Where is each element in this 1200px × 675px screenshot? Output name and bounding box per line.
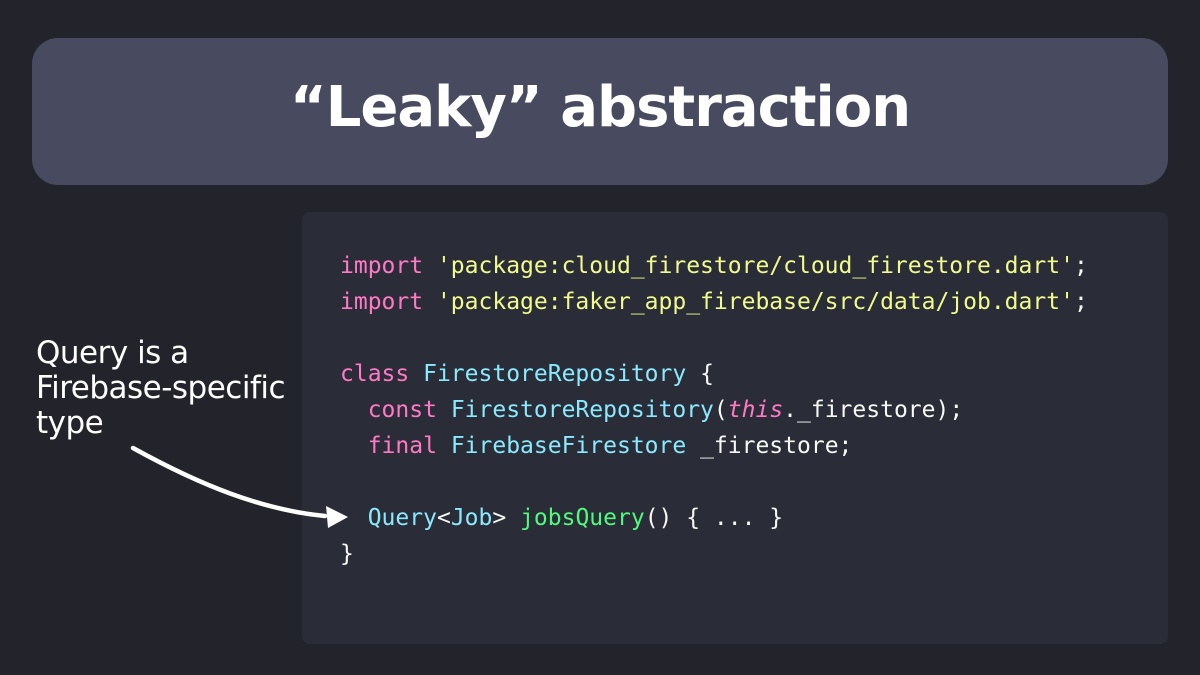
annotation-line-2: Firebase-specific	[36, 370, 286, 406]
code-token: final	[367, 433, 437, 459]
annotation-line-1: Query is a	[36, 335, 189, 371]
code-token: ;	[1073, 289, 1088, 315]
annotation-text: Query is a Firebase-specific type	[36, 336, 316, 441]
code-token: import	[340, 289, 424, 315]
code-line: const FirestoreRepository(this._firestor…	[340, 392, 1088, 428]
code-line: class FirestoreRepository {	[340, 356, 1088, 392]
code-token: {	[686, 361, 714, 387]
slide: “Leaky” abstraction Query is a Firebase-…	[0, 0, 1200, 675]
code-token: class	[340, 361, 410, 387]
code-token: 'package:faker_app_firebase/src/data/job…	[436, 289, 1074, 315]
code-token: }	[340, 541, 354, 567]
code-token: ;	[1073, 253, 1088, 279]
code-line: Query<Job> jobsQuery() { ... }	[340, 500, 1088, 536]
slide-title: “Leaky” abstraction	[289, 75, 911, 140]
code-token: FirestoreRepository	[423, 361, 687, 387]
title-bar: “Leaky” abstraction	[32, 38, 1168, 185]
code-line: ​	[340, 464, 1088, 500]
code-token: this	[727, 397, 784, 423]
code-token: Job	[450, 505, 493, 531]
code-token: Query	[367, 505, 437, 531]
code-token: const	[367, 397, 437, 423]
code-token: >	[492, 505, 521, 531]
code-line: import 'package:cloud_firestore/cloud_fi…	[340, 248, 1088, 284]
code-token: import	[340, 253, 424, 279]
code-token: ._firestore);	[783, 397, 964, 423]
code-token: () { ... }	[644, 505, 784, 531]
code-line: }	[340, 536, 1088, 572]
code-panel: import 'package:cloud_firestore/cloud_fi…	[302, 212, 1168, 644]
code-token: FirestoreRepository	[450, 397, 714, 423]
annotation-line-3: type	[36, 405, 104, 441]
code-token: _firestore;	[686, 433, 853, 459]
code-token: <	[436, 505, 451, 531]
code-line: import 'package:faker_app_firebase/src/d…	[340, 284, 1088, 320]
code-block: import 'package:cloud_firestore/cloud_fi…	[340, 248, 1088, 572]
code-line: ​	[340, 320, 1088, 356]
code-token: 'package:cloud_firestore/cloud_firestore…	[436, 253, 1074, 279]
code-token: (	[713, 397, 728, 423]
code-line: final FirebaseFirestore _firestore;	[340, 428, 1088, 464]
code-token: jobsQuery	[520, 505, 645, 531]
code-token: FirebaseFirestore	[450, 433, 687, 459]
